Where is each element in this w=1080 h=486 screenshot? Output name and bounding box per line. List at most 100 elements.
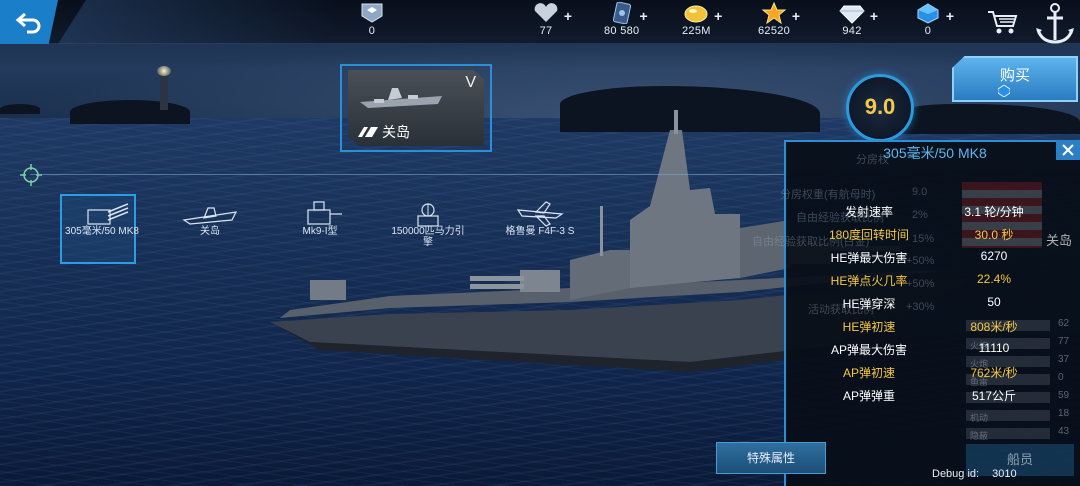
stat-name: AP弹弹重 <box>842 389 895 403</box>
stat-name: HE弹最大伤害 <box>830 251 908 265</box>
rating-value: 9.0 <box>864 94 896 119</box>
fire-control-icon <box>307 201 342 225</box>
stat-value: 762米/秒 <box>970 366 1018 380</box>
island-small <box>0 104 40 114</box>
stat-row: HE弹点火几率 22.4% <box>784 269 1080 291</box>
resource-gold-value: 225M <box>682 25 711 37</box>
resource-heart-value: 77 <box>539 25 553 37</box>
module-engine[interactable]: 150000匹马力引擎 <box>388 196 468 262</box>
resource-diamond-value: 942 <box>842 25 862 37</box>
stat-row: HE弹穿深 50 <box>784 292 1080 314</box>
side-stat-value: 43 <box>1058 426 1070 437</box>
module-label: 格鲁曼 F4F-3 S <box>505 226 575 237</box>
module-label: Mk9-I型 <box>302 226 338 237</box>
ship-rating-badge: 9.0 <box>838 72 922 146</box>
top-title-strip <box>58 0 338 44</box>
add-gold-icon[interactable]: + <box>714 8 722 24</box>
shop-cart-icon[interactable] <box>986 8 1020 36</box>
resource-card[interactable]: + 80 580 <box>604 1 648 42</box>
resource-rank-value: 0 <box>368 25 376 37</box>
stat-value: 517公斤 <box>971 389 1017 403</box>
add-card-icon[interactable]: + <box>640 8 648 24</box>
stat-value: 50 <box>987 295 1001 309</box>
stat-name: HE弹点火几率 <box>830 274 908 288</box>
add-heart-icon[interactable]: + <box>564 8 572 24</box>
module-divider <box>30 174 790 175</box>
module-hull[interactable]: 关岛 <box>170 196 250 262</box>
buy-button[interactable]: 购买 <box>952 56 1078 102</box>
stat-name: HE弹初速 <box>842 320 896 334</box>
ship-hull-icon <box>182 207 238 225</box>
side-stat-label: 隐蔽 <box>970 431 989 441</box>
stat-name: 发射速率 <box>844 205 893 219</box>
stat-value: 11110 <box>978 341 1010 355</box>
close-panel-button[interactable] <box>1056 140 1080 160</box>
ship-thumbnail-icon <box>360 88 442 108</box>
add-blue-gem-icon[interactable]: + <box>946 8 954 24</box>
stat-row: AP弹初速 762米/秒 <box>784 361 1080 383</box>
stat-value: 6270 <box>980 249 1008 263</box>
add-diamond-icon[interactable]: + <box>870 8 878 24</box>
selected-ship-card[interactable]: V 关岛 <box>340 64 492 152</box>
stat-name: AP弹初速 <box>842 366 895 380</box>
ship-name: 关岛 <box>382 124 410 140</box>
stat-value: 3.1 轮/分钟 <box>964 205 1024 219</box>
stat-row: AP弹弹重 517公斤 <box>784 384 1080 406</box>
island-left <box>70 100 190 124</box>
stat-value: 22.4% <box>976 272 1012 286</box>
add-star-icon[interactable]: + <box>792 8 800 24</box>
close-icon <box>1062 144 1074 156</box>
resource-card-value: 80 580 <box>604 25 640 37</box>
lighthouse-light <box>157 66 171 76</box>
star-icon <box>761 1 787 25</box>
resource-heart[interactable]: + 77 <box>532 2 572 42</box>
stat-row: HE弹初速 808米/秒 <box>784 315 1080 337</box>
blue-gem-icon <box>917 3 939 24</box>
side-stat-label: 机动 <box>970 413 989 423</box>
ship-tier: V <box>465 74 476 91</box>
fighter-plane-icon <box>516 201 564 227</box>
resource-rank[interactable]: 0 <box>358 2 386 42</box>
stat-row: 180度回转时间 30.0 秒 <box>784 223 1080 245</box>
resource-blue-gem-value: 0 <box>924 25 932 37</box>
module-label: 305毫米/50 MK8 <box>65 226 139 237</box>
side-stat-value: 18 <box>1058 408 1070 419</box>
stat-value: 808米/秒 <box>970 320 1018 334</box>
ship-class-icon <box>358 127 378 137</box>
debug-value: 3010 <box>992 468 1017 480</box>
module-label: 150000匹马力引擎 <box>391 226 465 248</box>
stat-row: 发射速率 3.1 轮/分钟 <box>784 200 1080 222</box>
panel-title: 305毫米/50 MK8 <box>883 145 987 161</box>
buy-label: 购买 <box>999 67 1030 84</box>
special-attributes-button[interactable]: 特殊属性 <box>716 442 826 474</box>
module-fire-control[interactable]: Mk9-I型 <box>280 196 360 262</box>
resource-gold[interactable]: + 225M <box>682 2 722 42</box>
module-aircraft[interactable]: 格鲁曼 F4F-3 S <box>500 196 580 262</box>
ghost-value: 9.0 <box>912 186 928 198</box>
gun-turret-icon <box>87 203 129 225</box>
stat-name: AP弹最大伤害 <box>830 343 907 357</box>
ship-name-row: 关岛 <box>358 122 410 142</box>
resource-star[interactable]: + 62520 <box>758 1 800 42</box>
buy-gem-icon <box>998 85 1010 97</box>
rank-badge-icon <box>361 3 383 23</box>
anchor-icon[interactable] <box>1030 0 1080 48</box>
stat-name: 180度回转时间 <box>828 228 910 242</box>
resource-blue-gem[interactable]: + 0 <box>914 2 954 42</box>
stat-value: 30.0 秒 <box>974 228 1014 242</box>
crosshair-icon <box>20 164 42 186</box>
resource-diamond[interactable]: + 942 <box>838 2 878 42</box>
card-icon <box>612 1 631 25</box>
back-button[interactable] <box>0 0 58 44</box>
stat-name: HE弹穿深 <box>842 297 896 311</box>
module-main-battery[interactable]: 305毫米/50 MK8 <box>60 194 142 264</box>
diamond-icon <box>839 5 865 24</box>
resource-star-value: 62520 <box>758 25 791 37</box>
debug-label: Debug id: <box>932 468 980 480</box>
back-arrow-icon <box>15 12 41 34</box>
heart-icon <box>534 3 558 23</box>
gold-coin-icon <box>684 5 708 23</box>
module-label: 关岛 <box>200 226 220 237</box>
engine-icon <box>417 203 439 227</box>
stat-row: AP弹最大伤害 11110 <box>784 338 1080 360</box>
